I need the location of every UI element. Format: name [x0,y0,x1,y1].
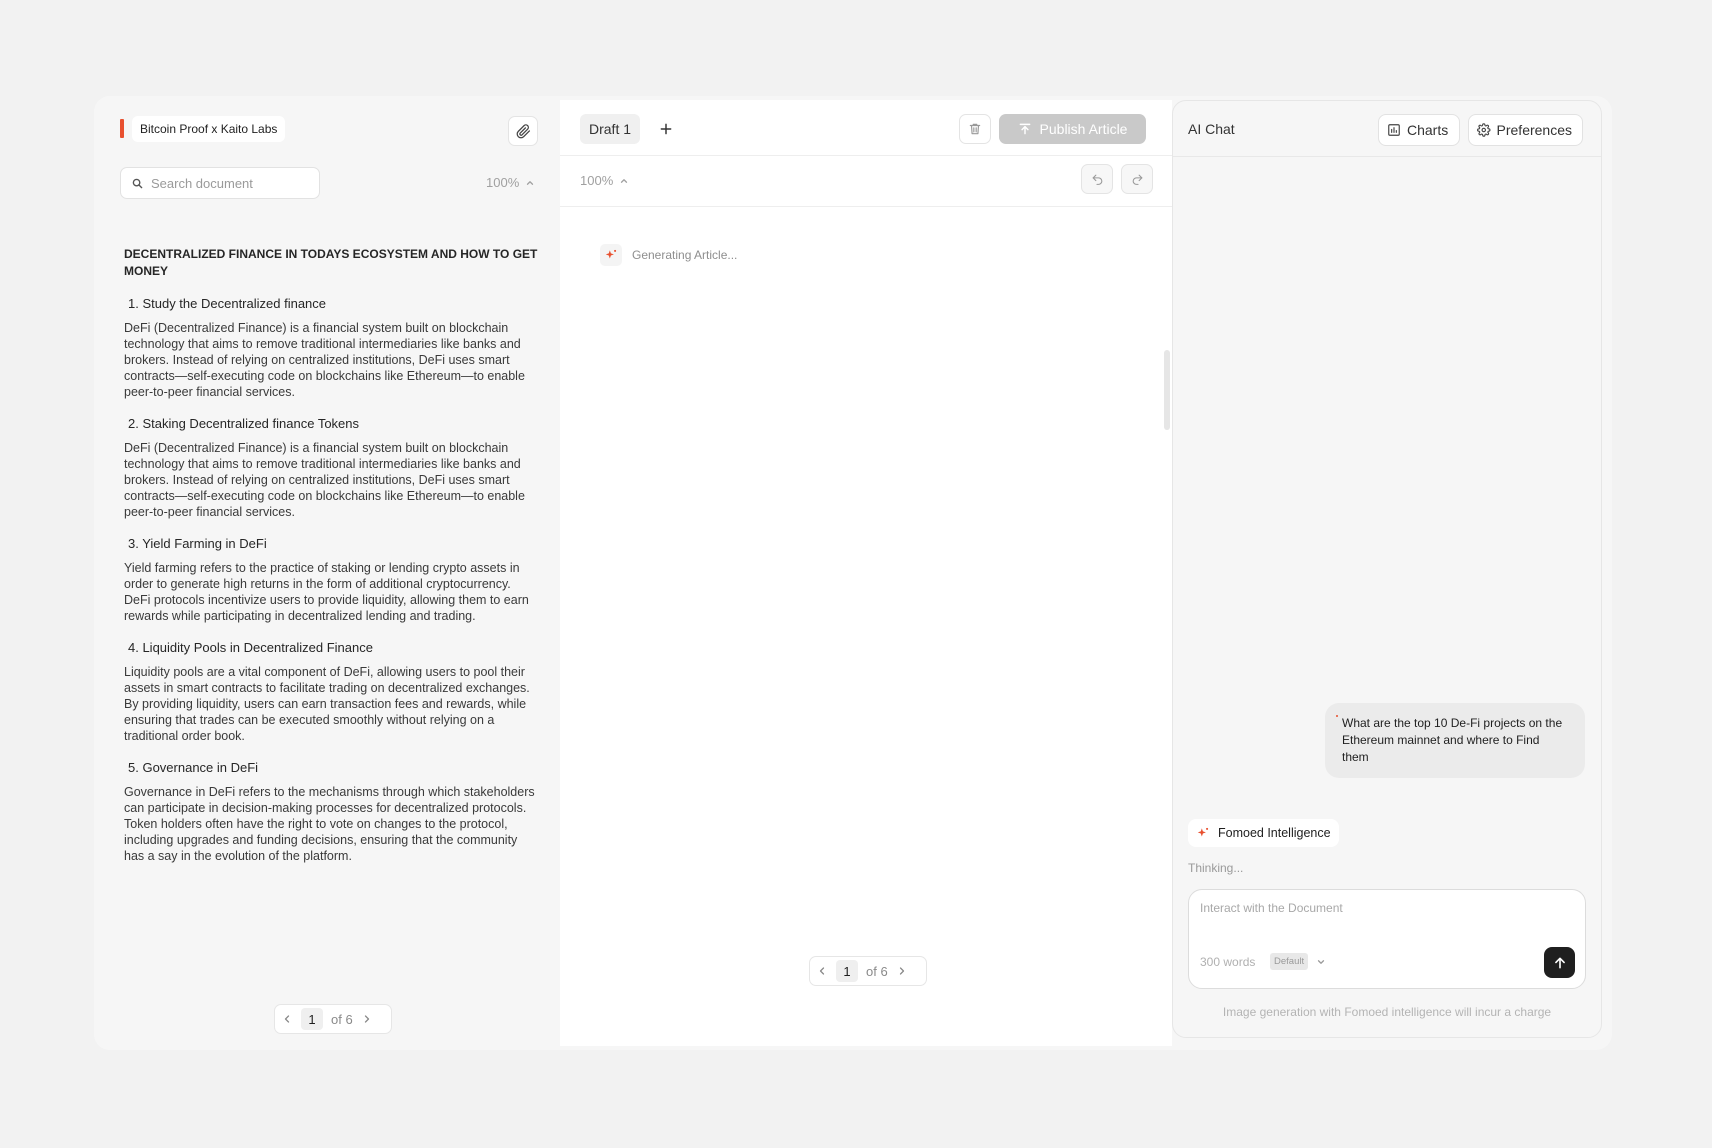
sparkle-icon [1197,827,1209,837]
thinking-status: Thinking... [1188,861,1244,875]
chevron-left-icon[interactable] [281,1013,293,1025]
trash-icon [969,123,981,135]
redo-icon [1132,174,1142,185]
zoom-control[interactable]: 100% [580,173,629,188]
chat-header: AI Chat Charts Preferences [1173,101,1601,157]
editor-toolbar: 100% [560,157,1172,207]
mode-select[interactable]: Default [1270,953,1326,970]
section-body: Governance in DeFi refers to the mechani… [124,785,535,863]
section-body: Liquidity pools are a vital component of… [124,665,530,743]
generating-status: Generating Article... [600,244,737,266]
assistant-name: Fomoed Intelligence [1218,826,1331,840]
document-panel: Bitcoin Proof x Kaito Labs 100% DECENTRA… [94,96,560,1050]
search-input[interactable] [151,175,301,191]
chevron-up-icon [527,180,534,185]
document-content: DECENTRALIZED FINANCE IN TODAYS ECOSYSTE… [124,246,540,880]
bar-chart-icon [1388,124,1400,136]
user-message: What are the top 10 De-Fi projects on th… [1325,703,1585,778]
accent-bar [120,119,124,138]
section-title: 5. Governance in DeFi [128,760,259,775]
editor-pager: 1 of 6 [809,956,927,986]
page-total: of 6 [331,1011,353,1027]
page-number[interactable]: 1 [836,960,858,982]
chevron-left-icon[interactable] [816,965,828,977]
generating-text: Generating Article... [632,248,738,262]
section-title: 2. Staking Decentralized finance Tokens [128,416,360,431]
app-window: Bitcoin Proof x Kaito Labs 100% DECENTRA… [94,96,1612,1050]
gear-icon [1477,123,1491,137]
scrollbar-thumb[interactable] [1164,350,1170,430]
document-title[interactable]: Bitcoin Proof x Kaito Labs [132,116,286,142]
assistant-label: Fomoed Intelligence [1188,819,1339,847]
chat-composer: 300 words Default [1188,889,1586,989]
preferences-label: Preferences [1496,122,1572,138]
section-title: 1. Study the Decentralized finance [128,296,327,311]
publish-article-button[interactable]: Publish Article [999,114,1146,144]
zoom-value: 100% [486,175,520,190]
chat-panel: AI Chat Charts Preferences What are the … [1172,100,1602,1038]
paperclip-icon [516,123,530,138]
send-button[interactable] [1544,947,1575,978]
document-pager: 1 of 6 [274,1004,392,1034]
page-number[interactable]: 1 [301,1008,323,1030]
page-total: of 6 [866,963,888,979]
section-title: 3. Yield Farming in DeFi [128,536,267,551]
zoom-control[interactable]: 100% [486,175,535,190]
chevron-down-icon [1317,959,1325,964]
tab-draft-1[interactable]: Draft 1 [580,114,641,144]
chevron-right-icon[interactable] [896,965,908,977]
section-body: DeFi (Decentralized Finance) is a financ… [124,441,525,519]
document-header: Bitcoin Proof x Kaito Labs [94,96,560,160]
undo-icon [1092,174,1102,185]
charge-note: Image generation with Fomoed intelligenc… [1222,1005,1552,1019]
message-dot [1336,715,1338,717]
undo-button[interactable] [1081,164,1113,194]
zoom-value: 100% [580,173,614,188]
user-message-text: What are the top 10 De-Fi projects on th… [1342,716,1563,764]
editor-panel: Draft 1 Publish Article 100% Generating … [560,100,1172,1046]
editor-header: Draft 1 Publish Article [560,100,1172,156]
arrow-up-icon [1554,957,1565,968]
redo-button[interactable] [1121,164,1153,194]
charts-button[interactable]: Charts [1378,114,1460,146]
delete-draft-button[interactable] [959,114,991,144]
search-box[interactable] [120,167,320,199]
mode-badge: Default [1270,953,1309,970]
section-body: DeFi (Decentralized Finance) is a financ… [124,321,525,399]
sparkle-icon [600,244,622,266]
chevron-right-icon[interactable] [361,1013,373,1025]
search-icon [132,178,143,188]
chat-input[interactable] [1200,901,1570,941]
word-count: 300 words [1200,955,1256,969]
publish-label: Publish Article [1039,121,1128,137]
preferences-button[interactable]: Preferences [1468,114,1583,146]
chevron-up-icon [621,178,628,183]
section-body: Yield farming refers to the practice of … [124,561,529,623]
plus-icon [660,123,672,135]
chat-title: AI Chat [1188,121,1235,137]
upload-icon [1019,123,1030,135]
section-title: 4. Liquidity Pools in Decentralized Fina… [128,640,373,655]
attach-button[interactable] [508,116,538,146]
add-draft-button[interactable] [652,114,680,144]
charts-label: Charts [1407,122,1449,138]
document-heading: DECENTRALIZED FINANCE IN TODAYS ECOSYSTE… [124,247,538,278]
